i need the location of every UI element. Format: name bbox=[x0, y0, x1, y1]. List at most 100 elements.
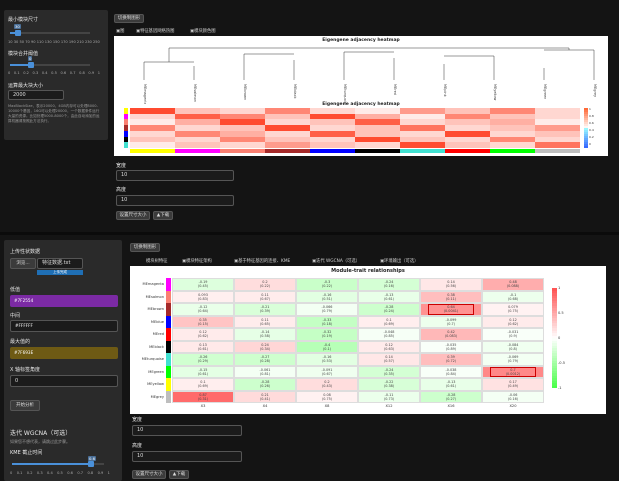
tab-kme[interactable]: ▣基于特征基因的连接、KME bbox=[234, 258, 290, 264]
trait-column-label: X16 bbox=[447, 404, 455, 408]
dendro-leaf-label: MEyellow bbox=[493, 84, 497, 101]
bottom-download-button[interactable]: ▲下载 bbox=[169, 470, 189, 479]
kme-knob[interactable] bbox=[88, 461, 94, 467]
module-color-swatch bbox=[166, 340, 171, 353]
heatmap-col-color bbox=[130, 149, 175, 153]
bottom-height-label: 高度 bbox=[132, 443, 143, 449]
module-trait-cell: 0.2 (0.22) bbox=[234, 278, 296, 291]
heatmap-row-color bbox=[124, 142, 128, 148]
dendro-leaf-label: MEturquoise bbox=[343, 84, 347, 104]
module-trait-cell: 0.42 (0.083) bbox=[420, 328, 482, 341]
slider-tick: 0.7 bbox=[69, 71, 76, 75]
module-row-label: MEred bbox=[152, 332, 164, 336]
slider-tick: 190 bbox=[68, 40, 76, 44]
merge-knob[interactable] bbox=[28, 62, 34, 68]
trait-column-label: X4 bbox=[262, 404, 268, 408]
iter-title: 迭代 WGCNA（可选） bbox=[10, 430, 72, 437]
high-color-label: 最大值的 bbox=[10, 339, 31, 345]
top-set-size-button[interactable]: 设置尺寸大小 bbox=[116, 211, 150, 220]
tab-plot[interactable]: ▣图 bbox=[116, 28, 124, 34]
module-trait-cell: -0.16 (0.53) bbox=[296, 353, 358, 366]
bottom-width-input[interactable]: 10 bbox=[132, 425, 242, 436]
module-trait-cell: -0.26 (0.29) bbox=[172, 353, 234, 366]
top-download-button[interactable]: ▲下载 bbox=[153, 211, 173, 220]
bottom-height-input[interactable]: 10 bbox=[132, 451, 242, 462]
dendro-title: Eigengene adjacency heatmap bbox=[322, 38, 400, 43]
module-trait-cell: 0.1 (0.69) bbox=[358, 315, 420, 328]
module-trait-cell: -0.048 (0.85) bbox=[358, 328, 420, 341]
tab-module-color[interactable]: ▣模块颜色图 bbox=[190, 28, 216, 34]
upload-progress: 上传完成 bbox=[37, 270, 83, 275]
analyze-button[interactable]: 开始分析 bbox=[10, 400, 40, 411]
top-plot-area: Eigengene adjacency heatmap MEmagenta MEs… bbox=[114, 36, 608, 156]
module-trait-cell: -0.1 (0.68) bbox=[482, 290, 544, 303]
heatmap-title: Eigengene adjacency heatmap bbox=[322, 102, 400, 107]
section-divider bbox=[0, 232, 619, 235]
kme-fill bbox=[12, 463, 90, 465]
tab-iterative[interactable]: ▣迭代 WGCNA（可选） bbox=[312, 258, 360, 264]
heatmap-cell bbox=[445, 142, 490, 148]
module-row-label: MEturquoise bbox=[141, 357, 164, 361]
top-height-input[interactable]: 10 bbox=[116, 195, 234, 206]
min-module-slider[interactable] bbox=[10, 32, 90, 34]
block-size-input[interactable]: 2000 bbox=[8, 90, 64, 100]
heatmap-col-color bbox=[355, 149, 400, 153]
slider-tick: 0.8 bbox=[87, 471, 94, 475]
module-trait-cell: -0.13 (0.61) bbox=[420, 378, 482, 391]
slider-tick: 90 bbox=[31, 40, 36, 44]
slider-tick: 0.8 bbox=[79, 71, 85, 75]
module-row-label: MEblack bbox=[149, 344, 164, 349]
module-color-swatch bbox=[166, 365, 171, 378]
slider-tick: 0.7 bbox=[77, 471, 84, 475]
tab-eigengene-heatmap[interactable]: ▣特征基因网络热图 bbox=[136, 28, 174, 34]
high-color-input[interactable]: #7F693E bbox=[10, 347, 118, 359]
module-row-label: MEyellow bbox=[147, 382, 164, 386]
bottom-set-size-button[interactable]: 设置尺寸大小 bbox=[132, 470, 166, 479]
slider-tick: 0.2 bbox=[23, 71, 29, 75]
top-width-input[interactable]: 10 bbox=[116, 170, 234, 181]
trait-column-label: X8 bbox=[324, 404, 330, 408]
trait-legend-label: 1 bbox=[558, 286, 561, 290]
module-trait-cell: -0.13 (0.61) bbox=[358, 290, 420, 303]
angle-input[interactable]: 0 bbox=[10, 375, 118, 387]
module-trait-cell: -0.099 (0.7) bbox=[420, 315, 482, 328]
module-color-swatch bbox=[166, 278, 171, 291]
slider-tick: 0.1 bbox=[13, 71, 20, 75]
module-color-swatch bbox=[166, 390, 171, 403]
module-trait-cell: -0.16 (0.51) bbox=[296, 290, 358, 303]
heatmap-cell bbox=[490, 142, 535, 148]
highlight-box bbox=[490, 366, 536, 377]
bottom-switch-button[interactable]: 切换制图形 bbox=[130, 243, 160, 252]
browse-button[interactable]: 浏览... bbox=[10, 258, 36, 269]
dendro-leaf-label: MEgreen bbox=[543, 84, 547, 99]
module-trait-cell: -0.4 (0.1) bbox=[296, 340, 358, 353]
module-trait-cell: -0.28 (0.24) bbox=[358, 303, 420, 316]
tab-export[interactable]: ▣环境输出（可选） bbox=[380, 258, 418, 264]
module-trait-cell: -0.22 (0.38) bbox=[358, 378, 420, 391]
module-color-swatch bbox=[166, 303, 171, 316]
merge-label: 模块合并阈值 bbox=[8, 51, 39, 57]
module-trait-cell: -0.19 (0.45) bbox=[172, 278, 234, 291]
module-trait-cell: -0.084 (0.8) bbox=[482, 340, 544, 353]
mid-color-label: 中间 bbox=[10, 313, 21, 319]
dendro-leaf-label: MEbrown bbox=[243, 84, 247, 100]
low-color-input[interactable]: #7F2554 bbox=[10, 295, 118, 307]
min-module-knob[interactable] bbox=[15, 30, 21, 36]
heatmap-cell bbox=[355, 142, 400, 148]
module-trait-cell: -0.28 (0.26) bbox=[234, 378, 296, 391]
kme-label: KME 截止时间 bbox=[10, 450, 43, 456]
mid-color-input[interactable]: #FFFFFF bbox=[10, 320, 118, 332]
module-trait-cell: -0.15 (0.61) bbox=[172, 365, 234, 378]
heatmap-legend-label: 0.6 bbox=[589, 121, 594, 125]
module-row-label: MEblue bbox=[150, 319, 164, 324]
trait-legend-label: -1 bbox=[558, 386, 562, 390]
dendro-leaf-label: MEred bbox=[393, 84, 397, 95]
module-trait-cell: 0.14 (0.56) bbox=[420, 278, 482, 291]
tab-module-architecture[interactable]: ▣模块特征架构 bbox=[182, 258, 212, 264]
top-switch-button[interactable]: 切换制图形 bbox=[114, 14, 144, 23]
tab-module-tree[interactable]: 模块树特征 bbox=[146, 258, 167, 264]
upload-label: 上传性状数据 bbox=[10, 249, 41, 255]
module-trait-cell: -0.27 (0.28) bbox=[234, 353, 296, 366]
slider-tick: 210 bbox=[76, 40, 84, 44]
low-color-label: 低值 bbox=[10, 287, 21, 293]
